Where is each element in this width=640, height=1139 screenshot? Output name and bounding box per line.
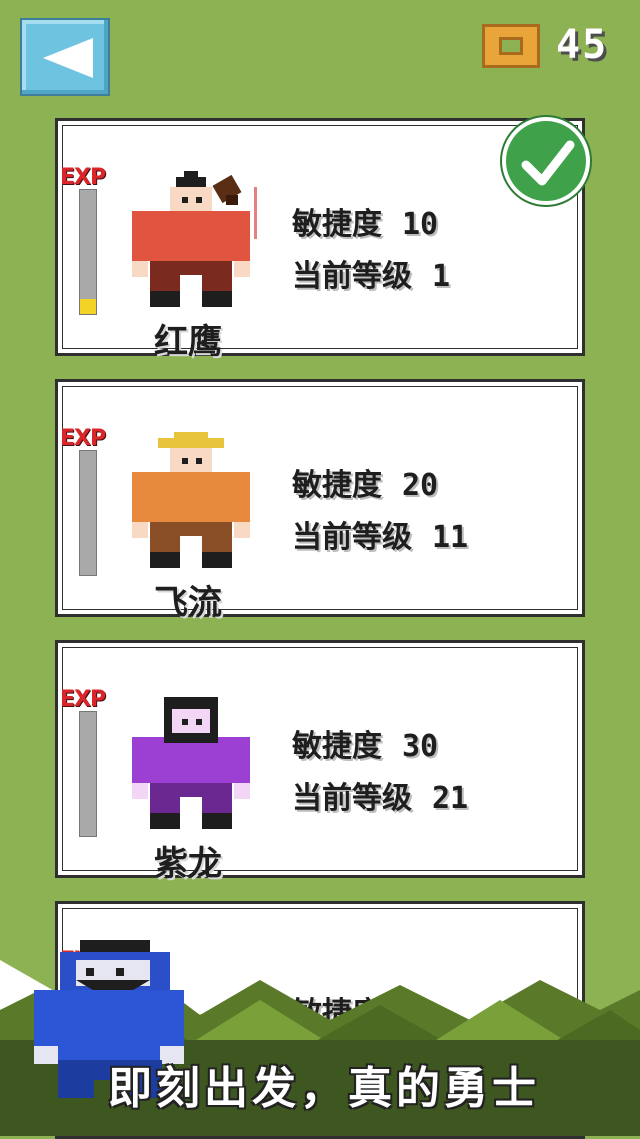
character-name: 红鹰 — [154, 322, 222, 362]
character-sprite-zilong — [132, 697, 250, 829]
character-sprite-feiliu — [132, 432, 250, 568]
agility-stat: 敏捷度 30 — [292, 729, 439, 764]
back-button[interactable] — [20, 18, 110, 96]
exp-bar — [79, 711, 97, 837]
exp-bar — [79, 189, 97, 315]
level-stat: 当前等级 11 — [292, 520, 469, 555]
agility-stat: 敏捷度 20 — [292, 468, 439, 503]
promo-caption: 即刻出发，真的勇士 — [108, 1063, 540, 1114]
coin-count: 45 — [556, 22, 609, 68]
selected-badge — [502, 117, 590, 205]
exp-label: EXP — [60, 426, 106, 451]
character-card-zilong[interactable]: EXP 紫龙 敏捷度 30 当前等级 21 — [55, 640, 585, 884]
back-arrow-icon — [43, 38, 93, 78]
coin-icon — [482, 24, 540, 68]
agility-stat: 敏捷度 10 — [292, 207, 439, 242]
character-sprite-hongying — [132, 171, 257, 307]
checkmark-icon — [521, 140, 575, 186]
character-name: 紫龙 — [154, 844, 222, 884]
level-stat: 当前等级 21 — [292, 781, 469, 816]
exp-label: EXP — [60, 165, 106, 190]
character-card-feiliu[interactable]: EXP 飞流 敏捷度 20 当前等级 11 — [55, 379, 585, 623]
exp-bar — [79, 450, 97, 576]
level-stat: 当前等级 1 — [292, 259, 451, 294]
character-name: 飞流 — [154, 583, 222, 623]
exp-label: EXP — [60, 687, 106, 712]
